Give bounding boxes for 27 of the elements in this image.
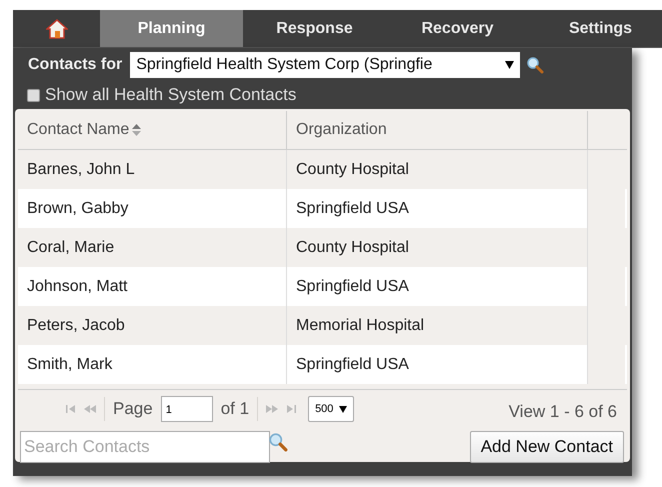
show-all-checkbox[interactable]: [27, 88, 40, 102]
add-contact-button[interactable]: Add New Contact: [470, 431, 624, 463]
nav-tab[interactable]: Planning: [100, 10, 243, 47]
page-label: Page: [113, 399, 153, 419]
column-header[interactable]: Contact Name: [18, 111, 287, 149]
page-size-dropdown[interactable]: 500: [308, 396, 354, 422]
column-header[interactable]: Organization: [287, 111, 588, 149]
nav-tab[interactable]: Recovery: [386, 10, 529, 47]
table-cell: Smith, Mark: [18, 345, 287, 384]
table-row[interactable]: Brown, Gabby Springfield USA: [18, 189, 627, 228]
record-count: View 1 - 6 of 6: [508, 401, 617, 422]
health-system-dropdown[interactable]: Springfield Health System Corp (Springfie: [130, 52, 520, 78]
page-count: of 1: [220, 399, 250, 419]
page-input[interactable]: 1: [160, 396, 213, 422]
contacts-for-label: Contacts for: [28, 56, 122, 74]
nav-tab[interactable]: Response: [243, 10, 386, 47]
table-row[interactable]: Johnson, Matt Springfield USA: [18, 267, 627, 306]
show-all-label: Show all Health System Contacts: [45, 85, 296, 105]
search-icon[interactable]: [268, 432, 288, 452]
caret-icon: [339, 406, 348, 412]
search-field[interactable]: Search Contacts: [20, 431, 270, 463]
search-icon[interactable]: [526, 56, 544, 74]
nav-tab[interactable]: Settings: [529, 10, 662, 47]
sort-icon: [132, 124, 142, 136]
table-row[interactable]: Smith, Mark Springfield USA: [18, 345, 627, 384]
caret-icon: [505, 61, 514, 69]
house-icon: [46, 18, 68, 38]
